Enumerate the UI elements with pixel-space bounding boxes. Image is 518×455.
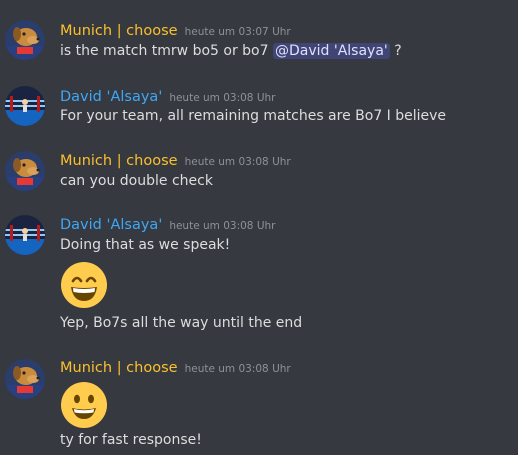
- message-text-before: is the match tmrw bo5 or bo7: [60, 43, 273, 59]
- dog-avatar[interactable]: [5, 359, 45, 399]
- dog-avatar[interactable]: [5, 151, 45, 191]
- timestamp: heute um 03:08 Uhr: [184, 363, 291, 375]
- timestamp: heute um 03:07 Uhr: [184, 26, 291, 38]
- smiling-emoji[interactable]: [60, 381, 108, 429]
- message-text: can you double check: [60, 173, 213, 189]
- boxing-ring-avatar[interactable]: [5, 86, 45, 126]
- timestamp: heute um 03:08 Uhr: [169, 220, 276, 232]
- message-header: Munich | choose heute um 03:07 Uhr: [60, 20, 291, 40]
- timestamp: heute um 03:08 Uhr: [169, 92, 276, 104]
- message-text: For your team, all remaining matches are…: [60, 108, 447, 124]
- author-name[interactable]: David 'Alsaya': [60, 217, 162, 233]
- message-header: David 'Alsaya' heute um 03:08 Uhr: [60, 214, 275, 234]
- author-name[interactable]: Munich | choose: [60, 23, 178, 39]
- message-header: David 'Alsaya' heute um 03:08 Uhr: [60, 86, 275, 106]
- message-text: Doing that as we speak!: [60, 237, 231, 253]
- message-text: is the match tmrw bo5 or bo7 @David 'Als…: [60, 41, 402, 61]
- timestamp: heute um 03:08 Uhr: [184, 156, 291, 168]
- grinning-smile-emoji[interactable]: [60, 261, 108, 309]
- author-name[interactable]: Munich | choose: [60, 360, 178, 376]
- message-text: ty for fast response!: [60, 432, 202, 448]
- message-header: Munich | choose heute um 03:08 Uhr: [60, 150, 291, 170]
- message-header: Munich | choose heute um 03:08 Uhr: [60, 357, 291, 377]
- boxing-ring-avatar[interactable]: [5, 215, 45, 255]
- message-text-after: ?: [389, 43, 402, 59]
- author-name[interactable]: David 'Alsaya': [60, 89, 162, 105]
- user-mention[interactable]: @David 'Alsaya': [272, 43, 390, 59]
- dog-avatar[interactable]: [5, 20, 45, 60]
- message-text: Yep, Bo7s all the way until the end: [60, 315, 303, 331]
- author-name[interactable]: Munich | choose: [60, 153, 178, 169]
